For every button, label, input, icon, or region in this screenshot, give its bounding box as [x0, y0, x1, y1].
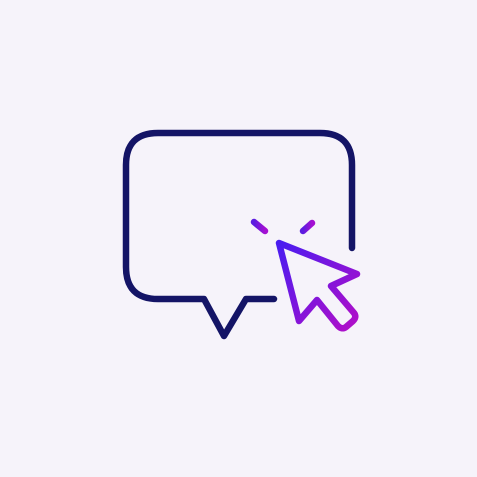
click-burst-icon — [250, 203, 316, 235]
spark-right-icon — [299, 219, 316, 235]
spark-left-icon — [250, 218, 269, 235]
chat-click-illustration-icon — [122, 129, 361, 340]
icon-canvas — [0, 0, 477, 477]
mouse-pointer-cursor-icon — [275, 239, 361, 332]
